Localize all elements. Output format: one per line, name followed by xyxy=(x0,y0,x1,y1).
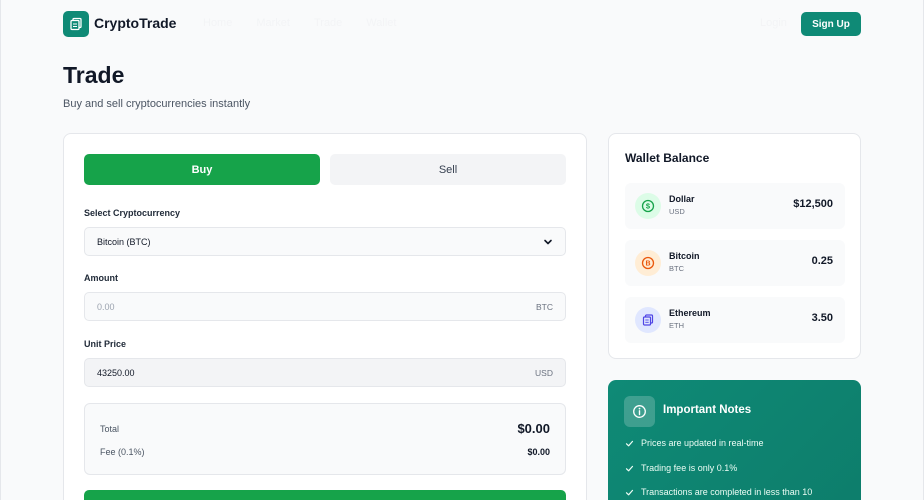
wallet-item-name: Bitcoin xyxy=(669,251,700,261)
note-item: Transactions are completed in less than … xyxy=(625,487,812,497)
login-link[interactable]: Login xyxy=(760,17,787,29)
total-value: $0.00 xyxy=(517,421,550,436)
signup-button[interactable]: Sign Up xyxy=(801,12,861,36)
fee-label: Fee (0.1%) xyxy=(100,447,145,457)
nav-home[interactable]: Home xyxy=(203,17,232,29)
top-navbar: CryptoTrade Home Market Trade Wallet Log… xyxy=(0,0,924,48)
info-icon xyxy=(624,396,655,427)
check-icon xyxy=(625,465,634,471)
price-label: Unit Price xyxy=(84,339,127,349)
price-value: 43250.00 xyxy=(97,367,135,378)
page-title: Trade xyxy=(63,62,125,88)
submit-trade-button[interactable] xyxy=(84,490,566,500)
chevron-down-icon xyxy=(544,239,552,244)
notes-title: Important Notes xyxy=(663,404,752,416)
wallet-item-bitcoin[interactable]: B Bitcoin BTC 0.25 xyxy=(625,240,845,286)
note-item: Prices are updated in real-time xyxy=(625,438,764,448)
wallet-item-amount: 3.50 xyxy=(811,312,833,324)
note-text: Trading fee is only 0.1% xyxy=(641,463,738,473)
wallet-item-name: Ethereum xyxy=(669,308,711,318)
note-text: Transactions are completed in less than … xyxy=(641,487,813,497)
bitcoin-icon: B xyxy=(635,250,661,276)
nav-wallet[interactable]: Wallet xyxy=(366,17,396,29)
wallet-title: Wallet Balance xyxy=(625,151,710,165)
wallet-item-amount: $12,500 xyxy=(793,198,833,210)
price-unit: USD xyxy=(535,367,553,378)
wallet-item-code: ETH xyxy=(669,321,684,330)
wallet-item-name: Dollar xyxy=(669,194,695,204)
note-text: Prices are updated in real-time xyxy=(641,438,764,448)
dollar-icon: $ xyxy=(635,193,661,219)
amount-input[interactable] xyxy=(97,301,536,312)
crypto-select[interactable]: Bitcoin (BTC) xyxy=(84,227,566,256)
wallet-item-ethereum[interactable]: Ethereum ETH 3.50 xyxy=(625,297,845,343)
logo-text[interactable]: CryptoTrade xyxy=(94,15,176,31)
tab-buy[interactable]: Buy xyxy=(84,154,320,185)
svg-text:$: $ xyxy=(646,202,651,211)
tab-sell[interactable]: Sell xyxy=(330,154,566,185)
check-icon xyxy=(625,489,634,495)
note-item: Trading fee is only 0.1% xyxy=(625,463,737,473)
ethereum-icon xyxy=(635,307,661,333)
nav-trade[interactable]: Trade xyxy=(314,17,342,29)
crypto-label: Select Cryptocurrency xyxy=(84,208,181,218)
crypto-select-value: Bitcoin (BTC) xyxy=(97,236,151,247)
price-field: 43250.00 USD xyxy=(84,358,566,387)
amount-label: Amount xyxy=(84,273,118,283)
main-nav: Home Market Trade Wallet xyxy=(203,17,396,29)
nav-market[interactable]: Market xyxy=(256,17,290,29)
amount-unit: BTC xyxy=(536,301,553,312)
logo-icon[interactable] xyxy=(63,11,89,37)
amount-field: BTC xyxy=(84,292,566,321)
page-subtitle: Buy and sell cryptocurrencies instantly xyxy=(63,98,251,110)
wallet-item-code: USD xyxy=(669,207,685,216)
wallet-item-amount: 0.25 xyxy=(811,255,833,267)
svg-text:B: B xyxy=(645,261,650,268)
wallet-item-dollar[interactable]: $ Dollar USD $12,500 xyxy=(625,183,845,229)
total-label: Total xyxy=(100,424,120,434)
fee-value: $0.00 xyxy=(527,447,550,457)
wallet-item-code: BTC xyxy=(669,264,684,273)
order-summary xyxy=(84,403,566,475)
check-icon xyxy=(625,440,634,446)
